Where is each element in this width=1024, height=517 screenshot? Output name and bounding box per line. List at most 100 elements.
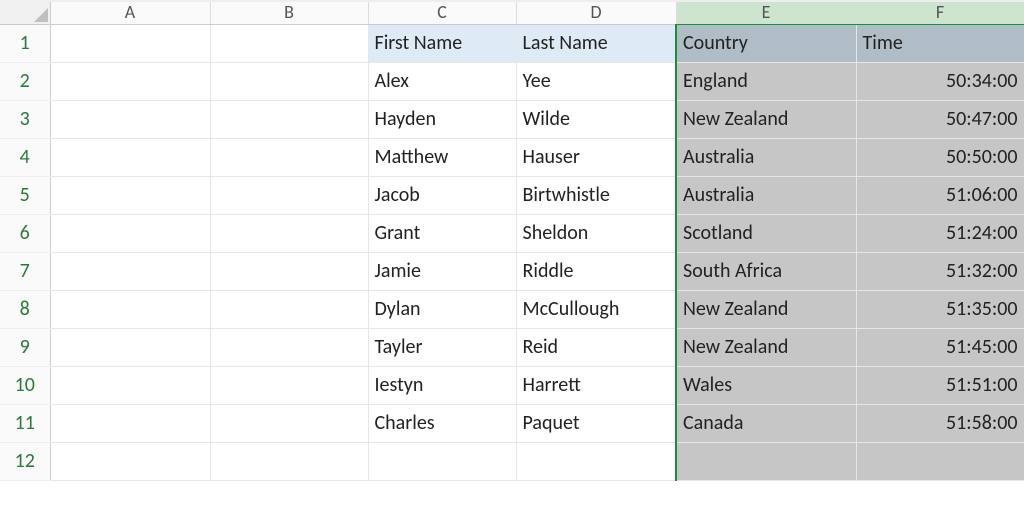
- cell-E7[interactable]: South Africa: [676, 252, 856, 290]
- cell-C5[interactable]: Jacob: [368, 176, 516, 214]
- cell-B7[interactable]: [210, 252, 368, 290]
- row-header-5[interactable]: 5: [0, 176, 50, 214]
- cell-F10[interactable]: 51:51:00: [856, 366, 1024, 404]
- cell-C2[interactable]: Alex: [368, 62, 516, 100]
- grid-table: A B C D E F 1 First Name Last Name Count…: [0, 0, 1024, 481]
- cell-C9[interactable]: Tayler: [368, 328, 516, 366]
- cell-E9[interactable]: New Zealand: [676, 328, 856, 366]
- cell-B12[interactable]: [210, 442, 368, 480]
- cell-C1[interactable]: First Name: [368, 24, 516, 62]
- cell-B4[interactable]: [210, 138, 368, 176]
- cell-F1[interactable]: Time: [856, 24, 1024, 62]
- column-header-B[interactable]: B: [210, 0, 368, 24]
- row-header-1[interactable]: 1: [0, 24, 50, 62]
- select-all-corner[interactable]: [0, 0, 50, 24]
- cell-E5[interactable]: Australia: [676, 176, 856, 214]
- cell-C6[interactable]: Grant: [368, 214, 516, 252]
- cell-A5[interactable]: [50, 176, 210, 214]
- table-row: 3 Hayden Wilde New Zealand 50:47:00: [0, 100, 1024, 138]
- cell-D2[interactable]: Yee: [516, 62, 676, 100]
- cell-F6[interactable]: 51:24:00: [856, 214, 1024, 252]
- spreadsheet-grid[interactable]: A B C D E F 1 First Name Last Name Count…: [0, 0, 1024, 517]
- row-header-4[interactable]: 4: [0, 138, 50, 176]
- column-header-F[interactable]: F: [856, 0, 1024, 24]
- cell-C11[interactable]: Charles: [368, 404, 516, 442]
- cell-E1[interactable]: Country: [676, 24, 856, 62]
- cell-C3[interactable]: Hayden: [368, 100, 516, 138]
- row-header-12[interactable]: 12: [0, 442, 50, 480]
- cell-D4[interactable]: Hauser: [516, 138, 676, 176]
- cell-B8[interactable]: [210, 290, 368, 328]
- cell-D12[interactable]: [516, 442, 676, 480]
- row-header-7[interactable]: 7: [0, 252, 50, 290]
- column-header-C[interactable]: C: [368, 0, 516, 24]
- cell-B11[interactable]: [210, 404, 368, 442]
- cell-B3[interactable]: [210, 100, 368, 138]
- row-header-6[interactable]: 6: [0, 214, 50, 252]
- cell-B10[interactable]: [210, 366, 368, 404]
- cell-C8[interactable]: Dylan: [368, 290, 516, 328]
- cell-E4[interactable]: Australia: [676, 138, 856, 176]
- cell-A12[interactable]: [50, 442, 210, 480]
- table-row: 12: [0, 442, 1024, 480]
- cell-F5[interactable]: 51:06:00: [856, 176, 1024, 214]
- cell-A10[interactable]: [50, 366, 210, 404]
- cell-E11[interactable]: Canada: [676, 404, 856, 442]
- table-row: 8 Dylan McCullough New Zealand 51:35:00: [0, 290, 1024, 328]
- cell-E6[interactable]: Scotland: [676, 214, 856, 252]
- cell-F8[interactable]: 51:35:00: [856, 290, 1024, 328]
- cell-C10[interactable]: Iestyn: [368, 366, 516, 404]
- column-header-D[interactable]: D: [516, 0, 676, 24]
- row-header-3[interactable]: 3: [0, 100, 50, 138]
- cell-B2[interactable]: [210, 62, 368, 100]
- cell-A11[interactable]: [50, 404, 210, 442]
- table-row: 7 Jamie Riddle South Africa 51:32:00: [0, 252, 1024, 290]
- cell-C4[interactable]: Matthew: [368, 138, 516, 176]
- cell-D8[interactable]: McCullough: [516, 290, 676, 328]
- cell-F12[interactable]: [856, 442, 1024, 480]
- row-header-11[interactable]: 11: [0, 404, 50, 442]
- cell-A8[interactable]: [50, 290, 210, 328]
- cell-A4[interactable]: [50, 138, 210, 176]
- cell-D5[interactable]: Birtwhistle: [516, 176, 676, 214]
- column-header-E[interactable]: E: [676, 0, 856, 24]
- cell-D3[interactable]: Wilde: [516, 100, 676, 138]
- cell-F4[interactable]: 50:50:00: [856, 138, 1024, 176]
- cell-B6[interactable]: [210, 214, 368, 252]
- cell-E8[interactable]: New Zealand: [676, 290, 856, 328]
- column-header-A[interactable]: A: [50, 0, 210, 24]
- cell-A7[interactable]: [50, 252, 210, 290]
- row-header-10[interactable]: 10: [0, 366, 50, 404]
- cell-D7[interactable]: Riddle: [516, 252, 676, 290]
- cell-A1[interactable]: [50, 24, 210, 62]
- cell-B1[interactable]: [210, 24, 368, 62]
- cell-F7[interactable]: 51:32:00: [856, 252, 1024, 290]
- cell-F3[interactable]: 50:47:00: [856, 100, 1024, 138]
- cell-F11[interactable]: 51:58:00: [856, 404, 1024, 442]
- cell-D10[interactable]: Harrett: [516, 366, 676, 404]
- row-header-9[interactable]: 9: [0, 328, 50, 366]
- cell-A3[interactable]: [50, 100, 210, 138]
- cell-B5[interactable]: [210, 176, 368, 214]
- table-row: 11 Charles Paquet Canada 51:58:00: [0, 404, 1024, 442]
- cell-F2[interactable]: 50:34:00: [856, 62, 1024, 100]
- cell-A2[interactable]: [50, 62, 210, 100]
- row-header-8[interactable]: 8: [0, 290, 50, 328]
- cell-E2[interactable]: England: [676, 62, 856, 100]
- cell-F9[interactable]: 51:45:00: [856, 328, 1024, 366]
- column-header-row: A B C D E F: [0, 0, 1024, 24]
- cell-D6[interactable]: Sheldon: [516, 214, 676, 252]
- table-row: 10 Iestyn Harrett Wales 51:51:00: [0, 366, 1024, 404]
- cell-C12[interactable]: [368, 442, 516, 480]
- cell-E3[interactable]: New Zealand: [676, 100, 856, 138]
- cell-D9[interactable]: Reid: [516, 328, 676, 366]
- cell-C7[interactable]: Jamie: [368, 252, 516, 290]
- cell-E10[interactable]: Wales: [676, 366, 856, 404]
- row-header-2[interactable]: 2: [0, 62, 50, 100]
- cell-D11[interactable]: Paquet: [516, 404, 676, 442]
- cell-A9[interactable]: [50, 328, 210, 366]
- cell-D1[interactable]: Last Name: [516, 24, 676, 62]
- cell-E12[interactable]: [676, 442, 856, 480]
- cell-A6[interactable]: [50, 214, 210, 252]
- cell-B9[interactable]: [210, 328, 368, 366]
